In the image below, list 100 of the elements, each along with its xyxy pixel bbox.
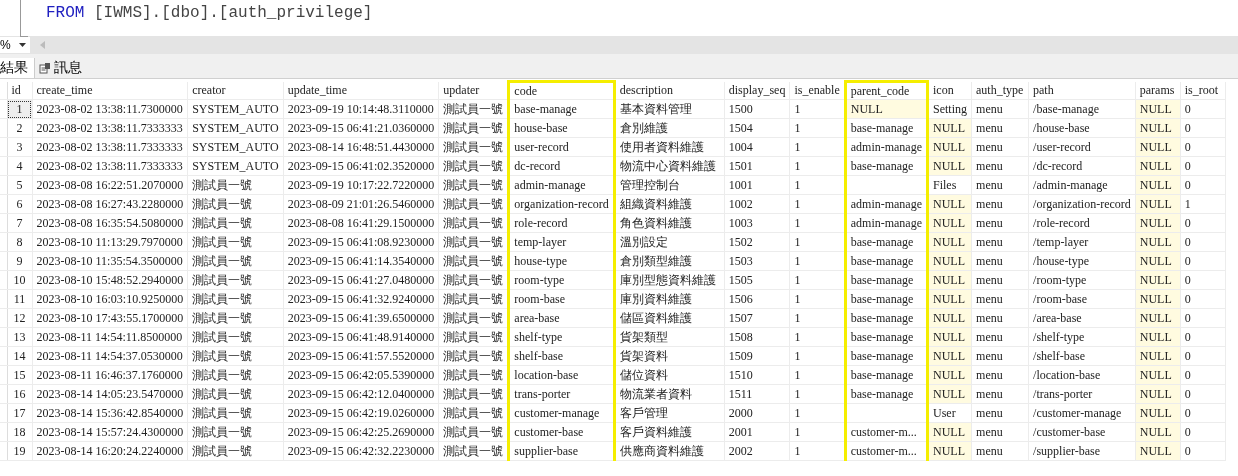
zoom-dropdown[interactable]: % — [0, 37, 30, 53]
table-cell: 2023-08-08 16:35:54.5080000 — [32, 213, 188, 233]
table-cell: 2023-09-15 06:42:25.2690000 — [283, 422, 439, 442]
table-cell: 2023-08-11 16:46:37.1760000 — [32, 365, 188, 385]
table-cell: 0 — [1180, 308, 1226, 328]
table-cell: 12 — [7, 308, 32, 328]
table-cell: 16 — [7, 384, 32, 404]
table-cell: SYSTEM_AUTO — [187, 156, 284, 176]
table-cell: menu — [971, 137, 1029, 157]
table-cell: 1001 — [724, 175, 790, 195]
column-header[interactable]: description — [614, 81, 725, 100]
column-header[interactable]: params — [1135, 81, 1181, 100]
table-cell: 2023-09-15 06:41:32.9240000 — [283, 289, 439, 309]
table-cell: 1 — [789, 327, 846, 347]
column-header[interactable]: id — [7, 81, 32, 100]
table-cell: 使用者資料維護 — [614, 137, 725, 157]
table-cell: 1510 — [724, 365, 790, 385]
table-cell: /shelf-base — [1028, 346, 1136, 366]
table-cell: 測試員一號 — [187, 251, 284, 271]
table-cell: customer-m... — [845, 441, 928, 461]
result-tab[interactable]: 結果 — [0, 58, 35, 78]
column-header[interactable]: icon — [927, 81, 972, 100]
table-cell: customer-m... — [845, 422, 928, 442]
table-cell: 0 — [1180, 251, 1226, 271]
table-cell: 1 — [1180, 194, 1226, 214]
table-cell: 測試員一號 — [438, 289, 509, 309]
table-cell: 13 — [7, 327, 32, 347]
table-cell: 2023-09-15 06:42:32.2230000 — [283, 441, 439, 461]
table-cell: 1 — [789, 251, 846, 271]
table-cell: 2023-08-08 16:22:51.2070000 — [32, 175, 188, 195]
table-cell: menu — [971, 232, 1029, 252]
table-cell: 2001 — [724, 422, 790, 442]
table-cell: 2023-08-14 14:05:23.5470000 — [32, 384, 188, 404]
column-header[interactable]: update_time — [283, 81, 439, 100]
table-cell: 2023-08-10 15:48:52.2940000 — [32, 270, 188, 290]
table-cell: 客戶管理 — [614, 403, 725, 423]
table-cell: 7 — [7, 213, 32, 233]
table-cell: 10 — [7, 270, 32, 290]
table-cell: 0 — [1180, 365, 1226, 385]
table-cell: 2023-09-19 10:17:22.7220000 — [283, 175, 439, 195]
table-cell: 0 — [1180, 137, 1226, 157]
table-cell: dc-record — [508, 156, 615, 176]
column-header[interactable]: code — [508, 81, 615, 100]
table-cell: /shelf-type — [1028, 327, 1136, 347]
table-cell: 角色資料維護 — [614, 213, 725, 233]
table-cell: menu — [971, 403, 1029, 423]
table-cell: 2023-08-10 11:13:29.7970000 — [32, 232, 188, 252]
table-cell: menu — [971, 270, 1029, 290]
table-cell: 測試員一號 — [187, 346, 284, 366]
table-cell: menu — [971, 251, 1029, 271]
table-cell: /customer-base — [1028, 422, 1136, 442]
table-cell: supplier-base — [508, 441, 615, 461]
scroll-left-icon[interactable] — [39, 41, 45, 49]
table-cell: 測試員一號 — [187, 175, 284, 195]
table-cell: base-manage — [845, 118, 928, 138]
table-cell: 1 — [789, 441, 846, 461]
column-header[interactable]: creator — [187, 81, 284, 100]
table-cell: 測試員一號 — [187, 365, 284, 385]
table-cell: 基本資料管理 — [614, 99, 725, 119]
table-cell: 2 — [7, 118, 32, 138]
table-cell: base-manage — [845, 156, 928, 176]
table-cell: menu — [971, 289, 1029, 309]
table-cell: SYSTEM_AUTO — [187, 137, 284, 157]
column-header[interactable]: create_time — [32, 81, 188, 100]
table-cell: menu — [971, 346, 1029, 366]
table-cell: 1509 — [724, 346, 790, 366]
table-cell: 0 — [1180, 441, 1226, 461]
table-cell: 2023-09-15 06:41:08.9230000 — [283, 232, 439, 252]
column-header[interactable]: auth_type — [971, 81, 1029, 100]
table-cell: Setting — [927, 99, 972, 119]
column-header[interactable]: display_seq — [724, 81, 790, 100]
sql-code-line: FROM [IWMS].[dbo].[auth_privilege] — [46, 4, 373, 22]
column-header[interactable]: is_root — [1180, 81, 1226, 100]
table-cell: 2023-08-11 14:54:11.8500000 — [32, 327, 188, 347]
table-cell: admin-manage — [845, 137, 928, 157]
table-cell: /organization-record — [1028, 194, 1136, 214]
table-cell: 儲位資料 — [614, 365, 725, 385]
table-cell: 11 — [7, 289, 32, 309]
table-cell: 0 — [1180, 175, 1226, 195]
table-cell: 2023-08-08 16:41:29.1500000 — [283, 213, 439, 233]
column-header[interactable]: updater — [438, 81, 509, 100]
table-cell: 測試員一號 — [438, 308, 509, 328]
column-header[interactable]: is_enable — [789, 81, 846, 100]
table-cell: SYSTEM_AUTO — [187, 99, 284, 119]
column-header[interactable]: parent_code — [845, 81, 928, 100]
table-cell: /base-manage — [1028, 99, 1136, 119]
table-cell: /user-record — [1028, 137, 1136, 157]
table-cell: menu — [971, 384, 1029, 404]
table-cell: 1004 — [724, 137, 790, 157]
table-cell: 2023-09-19 10:14:48.3110000 — [283, 99, 439, 119]
table-cell: /room-type — [1028, 270, 1136, 290]
table-cell: /dc-record — [1028, 156, 1136, 176]
table-cell: 2023-08-10 11:35:54.3500000 — [32, 251, 188, 271]
table-cell: 1 — [789, 213, 846, 233]
table-cell: shelf-type — [508, 327, 615, 347]
column-header[interactable]: path — [1028, 81, 1136, 100]
table-cell: organization-record — [508, 194, 615, 214]
table-cell: 倉別維護 — [614, 118, 725, 138]
table-cell: 1 — [789, 365, 846, 385]
table-cell: base-manage — [845, 365, 928, 385]
